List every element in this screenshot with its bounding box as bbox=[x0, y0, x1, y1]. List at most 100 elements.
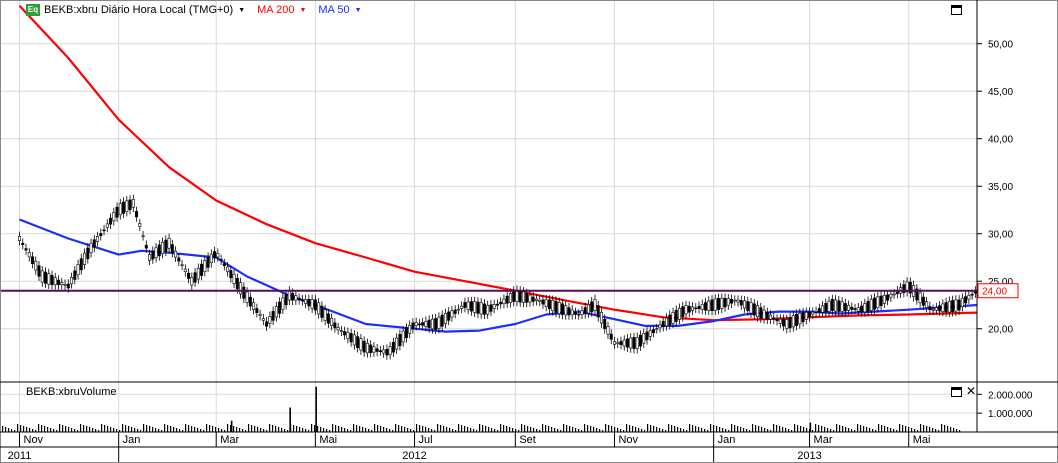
price-candle-body bbox=[349, 333, 353, 343]
year-label: 2012 bbox=[402, 450, 426, 462]
volume-bar bbox=[878, 424, 880, 432]
price-candle-body bbox=[499, 301, 503, 305]
month-tick-label: Jan bbox=[718, 434, 736, 446]
volume-bar bbox=[461, 425, 463, 432]
ma200-label[interactable]: MA 200 bbox=[257, 4, 294, 16]
maximize-volume-pane-icon[interactable] bbox=[951, 387, 962, 397]
caret-down-icon[interactable]: ▼ bbox=[299, 7, 306, 14]
price-candle-body bbox=[759, 307, 763, 319]
volume-bar bbox=[758, 426, 760, 432]
volume-bar bbox=[338, 426, 340, 432]
price-candle-body bbox=[665, 317, 669, 327]
volume-bar bbox=[293, 425, 295, 432]
volume-bar bbox=[314, 425, 316, 432]
volume-bar bbox=[671, 425, 673, 432]
price-candle-body bbox=[788, 317, 792, 329]
volume-bar bbox=[278, 427, 280, 432]
price-candle-body bbox=[934, 307, 938, 311]
price-candle-body bbox=[271, 311, 275, 321]
price-candle-body bbox=[694, 307, 698, 310]
price-candle-body bbox=[460, 305, 464, 309]
price-candle-body bbox=[834, 299, 838, 312]
price-candle-body bbox=[970, 293, 974, 296]
volume-bar bbox=[815, 424, 817, 432]
price-candle-body bbox=[704, 302, 708, 311]
volume-bar bbox=[272, 425, 274, 432]
price-candle-body bbox=[222, 263, 226, 266]
price-candle-body bbox=[847, 304, 851, 311]
price-candle-body bbox=[505, 295, 509, 304]
volume-bar bbox=[176, 428, 178, 432]
price-candle-body bbox=[278, 301, 282, 314]
price-candle-body bbox=[128, 199, 132, 210]
price-candle-body bbox=[378, 350, 382, 352]
price-candle-body bbox=[655, 328, 659, 331]
volume-bar bbox=[761, 427, 763, 432]
month-tick-label: Mai bbox=[913, 434, 931, 446]
volume-bar bbox=[929, 427, 931, 432]
volume-bar bbox=[377, 425, 379, 432]
price-candle-body bbox=[417, 323, 421, 326]
volume-bar bbox=[533, 428, 535, 432]
caret-down-icon[interactable]: ▼ bbox=[355, 7, 362, 14]
price-candle-body bbox=[255, 308, 259, 313]
volume-bar bbox=[134, 428, 136, 432]
maximize-price-pane-icon[interactable] bbox=[951, 5, 962, 15]
volume-bar bbox=[425, 427, 427, 432]
volume-bar bbox=[689, 424, 691, 432]
price-candle-body bbox=[209, 253, 213, 264]
volume-bar bbox=[194, 427, 196, 432]
price-candle-body bbox=[115, 206, 119, 218]
volume-bar bbox=[260, 428, 262, 432]
price-candle-body bbox=[957, 299, 961, 311]
price-candle-body bbox=[723, 297, 727, 308]
price-chart[interactable]: Nov Jan Mar Mai Jul Set Nov Jan Mar Mai 2011 2012 20… bbox=[0, 0, 1058, 463]
price-candle-body bbox=[625, 338, 629, 348]
month-tick-label: Set bbox=[519, 434, 536, 446]
price-candle-body bbox=[638, 334, 642, 347]
volume-bar bbox=[566, 425, 568, 432]
chart-legend: Eq BEKB:xbru Diário Hora Local (TMG+0) ▼ … bbox=[26, 3, 362, 17]
year-label: 2013 bbox=[797, 450, 821, 462]
price-candle-body bbox=[138, 223, 142, 227]
volume-bar bbox=[80, 424, 82, 432]
price-candle-body bbox=[521, 291, 525, 303]
price-candle-body bbox=[830, 299, 834, 311]
volume-bar bbox=[785, 428, 787, 432]
price-candle-body bbox=[265, 321, 269, 327]
volume-bar bbox=[734, 425, 736, 432]
price-candle-body bbox=[811, 311, 815, 315]
price-candle-body bbox=[889, 294, 893, 298]
volume-bar bbox=[635, 427, 637, 432]
ma50-label[interactable]: MA 50 bbox=[318, 4, 349, 16]
price-candle-body bbox=[492, 304, 496, 309]
price-candle-body bbox=[365, 342, 369, 354]
volume-bar bbox=[575, 428, 577, 432]
price-candle-body bbox=[622, 339, 626, 347]
volume-bar bbox=[944, 425, 946, 432]
price-candle-body bbox=[876, 296, 880, 309]
close-volume-pane-icon[interactable]: ✕ bbox=[966, 385, 976, 397]
price-candle-body bbox=[281, 297, 285, 310]
volume-bar bbox=[779, 426, 781, 432]
price-candle-body bbox=[476, 301, 480, 314]
volume-bar bbox=[173, 427, 175, 432]
volume-bar bbox=[848, 428, 850, 432]
price-candle-body bbox=[73, 270, 77, 280]
volume-bar bbox=[821, 426, 823, 432]
volume-bar bbox=[902, 425, 904, 432]
volume-bar bbox=[83, 425, 85, 432]
price-candle-body bbox=[853, 308, 857, 310]
price-candle-body bbox=[567, 307, 571, 316]
price-candle-body bbox=[447, 311, 451, 321]
price-candle-body bbox=[827, 300, 831, 312]
volume-bar bbox=[617, 428, 619, 432]
equity-icon[interactable]: Eq bbox=[26, 4, 40, 16]
volume-bar bbox=[527, 426, 529, 432]
symbol-label[interactable]: BEKB:xbru Diário Hora Local (TMG+0) bbox=[44, 4, 233, 16]
price-candle-body bbox=[674, 309, 678, 322]
volume-bar bbox=[569, 426, 571, 432]
volume-bar bbox=[206, 424, 208, 432]
caret-down-icon[interactable]: ▼ bbox=[238, 7, 245, 14]
price-candle-body bbox=[642, 333, 646, 344]
